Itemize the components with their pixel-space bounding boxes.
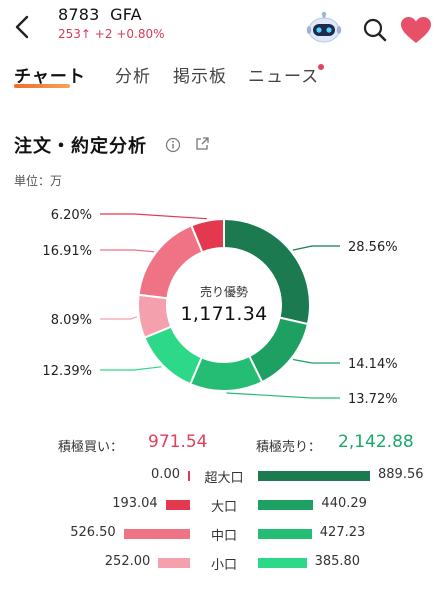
sell-amount: 427.23	[319, 525, 366, 540]
size-category: 超大口	[204, 471, 244, 486]
slice-label: 14.14%	[348, 357, 398, 372]
price-value: 253	[58, 27, 81, 41]
tab-bar: チャート 分析 掲示板 ニュース	[0, 62, 448, 98]
sell-bar	[258, 500, 314, 510]
section-title: 注文・約定分析	[14, 136, 147, 157]
buy-amount: 0.00	[151, 467, 180, 482]
tab-news[interactable]: ニュース	[248, 62, 319, 87]
breakdown-row: 252.00 小口 385.80	[0, 552, 448, 574]
slice-label: 6.20%	[51, 208, 92, 223]
buy-bar	[165, 500, 190, 510]
unit-label: 単位：万	[14, 174, 63, 188]
search-icon[interactable]	[362, 17, 388, 43]
donut-slice	[143, 325, 203, 386]
up-arrow-icon: ↑	[80, 27, 91, 41]
leader-line	[292, 358, 340, 364]
sell-amount: 440.29	[321, 496, 367, 511]
info-icon[interactable]	[165, 137, 181, 153]
slice-label: 28.56%	[348, 240, 398, 255]
leader-line	[100, 366, 162, 371]
size-category: 大口	[210, 500, 237, 515]
sell-bar	[258, 471, 370, 481]
buy-amount: 252.00	[104, 554, 151, 569]
center-value: 1,171.34	[180, 303, 268, 325]
leader-line	[100, 213, 208, 220]
buy-bar	[188, 471, 190, 481]
buy-amount: 526.50	[70, 525, 116, 540]
breakdown-row: 526.50 中口 427.23	[0, 523, 448, 545]
buy-bar	[158, 558, 190, 568]
share-icon[interactable]	[194, 136, 210, 152]
leader-line	[226, 392, 340, 399]
sell-bar	[258, 558, 307, 568]
size-category: 小口	[210, 558, 237, 573]
buy-total-label: 積極買い：	[58, 440, 124, 455]
slice-label: 12.39%	[42, 364, 92, 379]
slice-label: 16.91%	[42, 244, 92, 259]
buy-bar	[123, 529, 190, 539]
buy-amount: 193.04	[112, 496, 158, 511]
sell-amount: 385.80	[314, 554, 361, 569]
leader-line	[292, 245, 340, 251]
tab-analysis[interactable]: 分析	[115, 62, 151, 87]
leader-line	[100, 249, 155, 253]
sell-total-label: 積極売り：	[256, 440, 322, 455]
back-icon[interactable]	[10, 12, 36, 42]
tab-active-indicator	[14, 84, 70, 88]
tab-board[interactable]: 掲示板	[173, 62, 227, 87]
stock-code: 8783	[58, 5, 100, 24]
sell-amount: 889.56	[378, 467, 424, 482]
stock-name: GFA	[110, 5, 142, 24]
buy-total-value: 971.54	[148, 432, 208, 452]
price-change: +2	[94, 27, 113, 41]
news-badge-dot	[318, 64, 324, 70]
center-label: 売り優勢	[199, 285, 248, 299]
breakdown-row: 193.04 大口 440.29	[0, 494, 448, 516]
header: 8783 GFA 253↑ +2 +0.80%	[0, 0, 448, 52]
stock-title: 8783 GFA	[58, 5, 142, 24]
price-change-pct: +0.80%	[116, 27, 165, 41]
sell-total-value: 2,142.88	[338, 432, 414, 452]
price-line: 253↑ +2 +0.80%	[58, 27, 165, 41]
slice-label: 13.72%	[348, 392, 398, 407]
sell-bar	[258, 529, 312, 539]
slice-label: 8.09%	[51, 313, 92, 328]
robot-icon[interactable]	[306, 11, 342, 46]
breakdown-row: 0.00 超大口 889.56	[0, 465, 448, 487]
heart-icon[interactable]	[400, 16, 432, 44]
size-category: 中口	[210, 529, 237, 544]
leader-line	[100, 316, 138, 320]
